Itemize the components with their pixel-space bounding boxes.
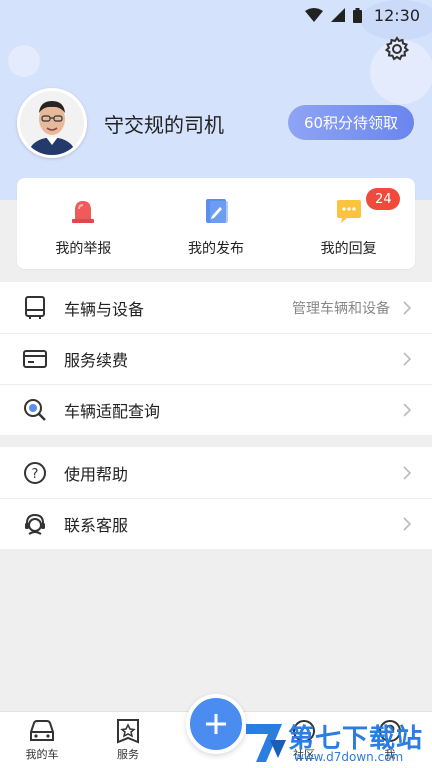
- device-icon: [22, 295, 48, 321]
- card-icon: [22, 346, 48, 372]
- menu-label: 服务续费: [64, 350, 129, 370]
- help-icon: ?: [22, 460, 48, 486]
- quick-label: 我的回复: [320, 241, 377, 257]
- my-posts-button[interactable]: 我的发布: [150, 178, 283, 269]
- quick-actions-card: 我的举报 我的发布 24 我的回复: [17, 178, 415, 269]
- my-replies-button[interactable]: 24 我的回复: [282, 178, 415, 269]
- gear-icon: [384, 36, 410, 61]
- chevron-right-icon: [403, 516, 412, 531]
- edit-note-icon: [201, 196, 231, 226]
- svg-text:?: ?: [32, 467, 39, 482]
- create-post-button[interactable]: [186, 694, 246, 754]
- menu-item-vehicle-compatibility[interactable]: 车辆适配查询: [0, 384, 432, 435]
- plus-icon: [206, 714, 226, 734]
- car-icon: [30, 720, 54, 741]
- menu-group-support: ? 使用帮助 联系客服: [0, 447, 432, 549]
- decor-bubble: [8, 45, 40, 77]
- my-reports-button[interactable]: 我的举报: [17, 178, 150, 269]
- status-bar: 12:30: [0, 0, 432, 30]
- username: 守交规的司机: [104, 113, 224, 137]
- quick-label: 我的举报: [55, 241, 112, 257]
- chevron-right-icon: [403, 465, 412, 480]
- menu-group-vehicle: 车辆与设备 管理车辆和设备 服务续费 车辆适配查询: [0, 282, 432, 435]
- status-time: 12:30: [373, 5, 420, 25]
- chevron-right-icon: [403, 402, 412, 417]
- nav-label: 服务: [117, 748, 139, 761]
- signal-icon: [330, 8, 345, 22]
- menu-item-help[interactable]: ? 使用帮助: [0, 447, 432, 498]
- nav-my-car[interactable]: 我的车: [12, 712, 72, 768]
- menu-label: 联系客服: [64, 515, 129, 535]
- siren-icon: [68, 196, 98, 226]
- unread-badge: 24: [366, 188, 401, 210]
- quick-label: 我的发布: [188, 241, 244, 257]
- watermark: 第七下载站 www.d7down.com: [244, 716, 432, 768]
- claim-points-button[interactable]: 60积分待领取: [288, 105, 414, 140]
- menu-item-service-renewal[interactable]: 服务续费: [0, 333, 432, 384]
- chat-bubble-icon: [334, 196, 364, 226]
- menu-item-customer-service[interactable]: 联系客服: [0, 498, 432, 549]
- avatar[interactable]: [17, 88, 87, 158]
- chevron-right-icon: [403, 351, 412, 366]
- nav-service[interactable]: 服务: [98, 712, 158, 768]
- headset-icon: [22, 511, 48, 537]
- battery-icon: [352, 7, 362, 23]
- nav-label: 我的车: [25, 748, 59, 761]
- menu-label: 车辆与设备: [64, 299, 145, 319]
- menu-label: 车辆适配查询: [64, 401, 161, 421]
- service-icon: [117, 719, 139, 744]
- search-icon: [22, 397, 48, 423]
- wifi-icon: [304, 8, 323, 22]
- watermark-url: www.d7down.com: [294, 750, 404, 764]
- menu-hint: 管理车辆和设备: [292, 300, 390, 317]
- chevron-right-icon: [403, 300, 412, 315]
- menu-label: 使用帮助: [64, 464, 129, 484]
- user-photo-icon: [20, 91, 84, 155]
- watermark-logo-icon: [246, 724, 286, 762]
- settings-button[interactable]: [382, 34, 412, 64]
- menu-item-vehicles-devices[interactable]: 车辆与设备 管理车辆和设备: [0, 282, 432, 333]
